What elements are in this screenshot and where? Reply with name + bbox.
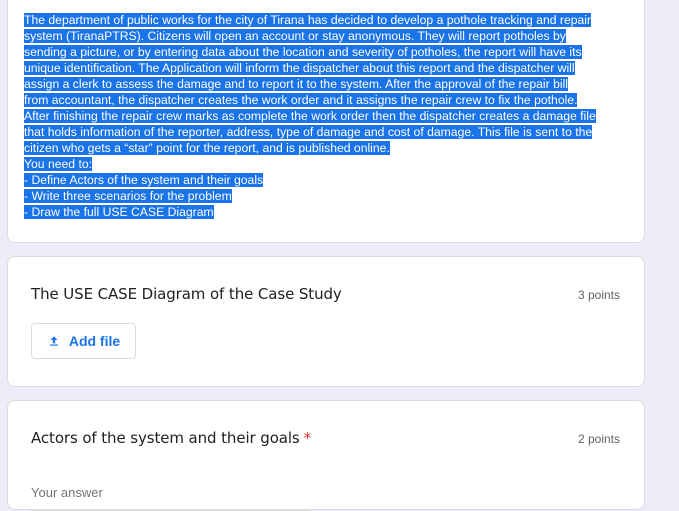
- answer-input[interactable]: Your answer: [31, 481, 311, 511]
- description-line: from accountant, the dispatcher creates …: [24, 93, 578, 107]
- required-mark: *: [303, 429, 312, 447]
- description-line: The department of public works for the c…: [24, 13, 592, 27]
- upload-icon: [49, 336, 58, 346]
- add-file-button[interactable]: Add file: [31, 323, 136, 359]
- question-points: 2 points: [577, 432, 620, 446]
- description-card: The department of public works for the c…: [7, 0, 645, 243]
- description-line: unique identification. The Application w…: [24, 61, 575, 75]
- case-study-description: The department of public works for the c…: [24, 12, 628, 220]
- description-line: assign a clerk to assess the damage and …: [24, 77, 568, 91]
- question-points: 3 points: [577, 288, 620, 302]
- description-line: system (TiranaPTRS). Citizens will open …: [24, 29, 566, 43]
- description-line: You need to:: [24, 157, 93, 171]
- description-line: citizen who gets a “star” point for the …: [24, 141, 390, 155]
- add-file-label: Add file: [68, 333, 121, 349]
- description-line: - Draw the full USE CASE Diagram: [24, 205, 214, 219]
- question-card-use-case-diagram: The USE CASE Diagram of the Case Study 3…: [7, 256, 645, 387]
- description-line: sending a picture, or by entering data a…: [24, 45, 582, 59]
- description-line: that holds information of the reporter, …: [24, 125, 593, 139]
- question-title-text: Actors of the system and their goals: [31, 429, 300, 447]
- question-title: The USE CASE Diagram of the Case Study: [31, 285, 342, 303]
- description-line: - Write three scenarios for the problem: [24, 189, 232, 203]
- question-title: Actors of the system and their goals *: [31, 429, 311, 447]
- description-line: After finishing the repair crew marks as…: [24, 109, 596, 123]
- answer-placeholder: Your answer: [31, 485, 103, 500]
- description-line: - Define Actors of the system and their …: [24, 173, 264, 187]
